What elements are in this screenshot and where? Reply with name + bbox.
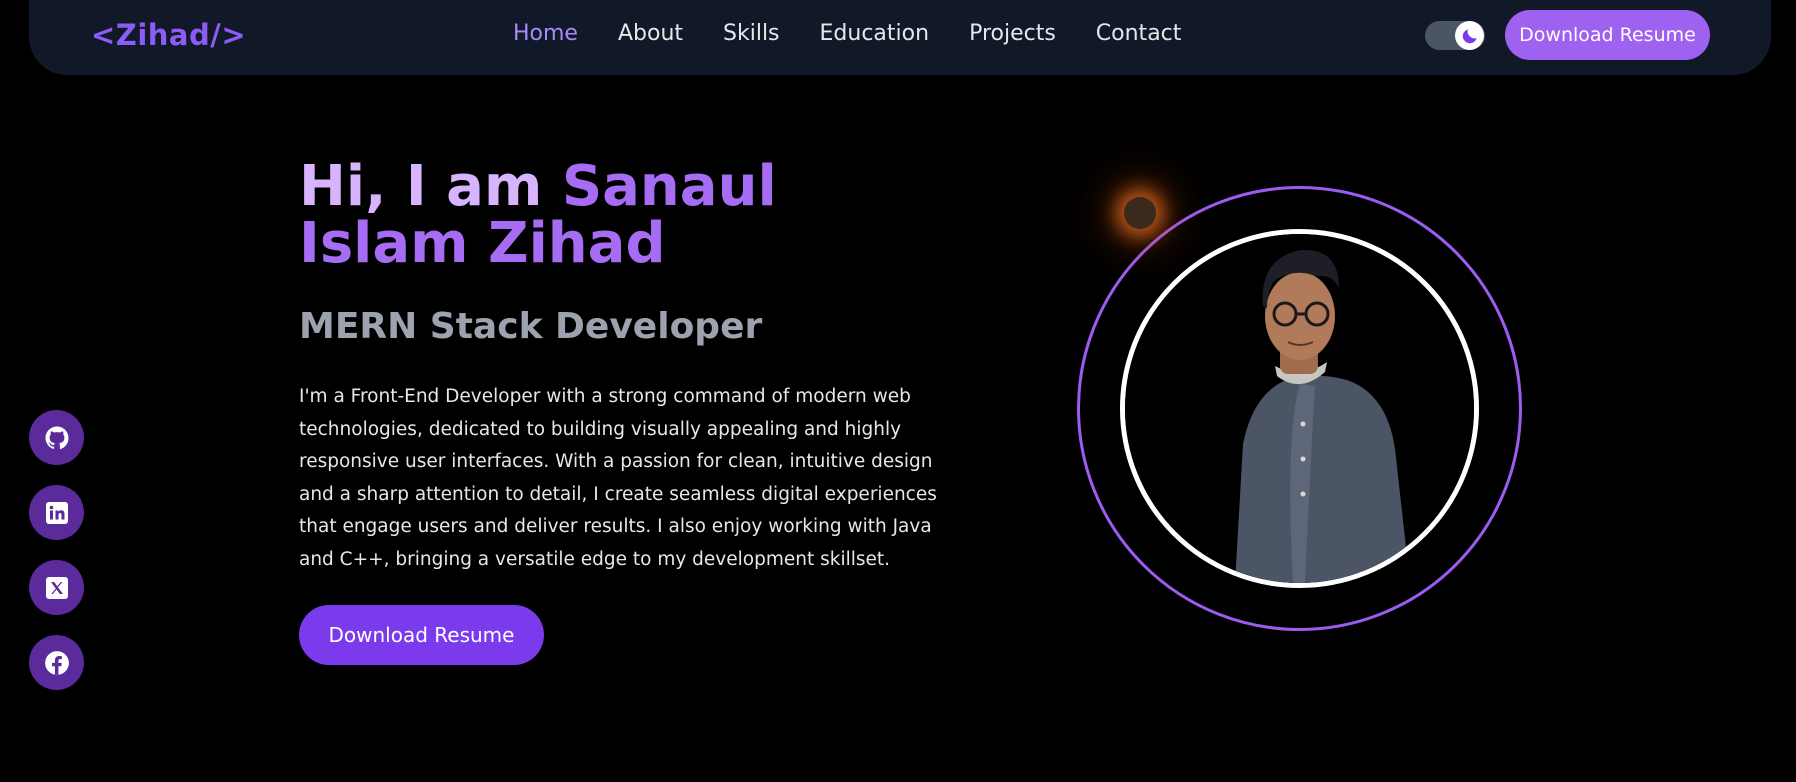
theme-toggle[interactable]: [1425, 21, 1485, 50]
hero-greeting: Hi, I am: [299, 154, 562, 219]
hero-subtitle: MERN Stack Developer: [299, 306, 763, 347]
portfolio-page: <Zihad/> Home About Skills Education Pro…: [0, 0, 1796, 782]
hero-description: I'm a Front-End Developer with a strong …: [299, 386, 937, 570]
nav-link-about[interactable]: About: [618, 21, 683, 46]
nav-link-education[interactable]: Education: [820, 21, 930, 46]
linkedin-link[interactable]: [29, 485, 84, 540]
navbar: <Zihad/> Home About Skills Education Pro…: [29, 0, 1771, 75]
download-resume-button[interactable]: Download Resume: [299, 605, 544, 665]
site-logo[interactable]: <Zihad/>: [91, 18, 246, 52]
linkedin-icon: [45, 501, 68, 524]
x-twitter-link[interactable]: [29, 560, 84, 615]
nav-link-skills[interactable]: Skills: [723, 21, 780, 46]
github-link[interactable]: [29, 410, 84, 465]
nav-menu: Home About Skills Education Projects Con…: [513, 21, 1221, 46]
github-icon: [45, 426, 69, 449]
nav-link-home[interactable]: Home: [513, 21, 578, 46]
toggle-knob: [1455, 21, 1484, 50]
x-twitter-icon: [45, 576, 68, 599]
profile-illustration: [1125, 234, 1474, 583]
profile-photo: [1120, 229, 1479, 588]
nav-link-projects[interactable]: Projects: [969, 21, 1056, 46]
facebook-icon: [44, 650, 69, 675]
orbit-glow-dot: [1124, 197, 1156, 229]
facebook-link[interactable]: [29, 635, 84, 690]
moon-icon: [1462, 28, 1477, 43]
nav-link-contact[interactable]: Contact: [1096, 21, 1182, 46]
hero-title: Hi, I am Sanaul Islam Zihad: [299, 158, 939, 272]
download-resume-button-nav[interactable]: Download Resume: [1505, 10, 1710, 60]
